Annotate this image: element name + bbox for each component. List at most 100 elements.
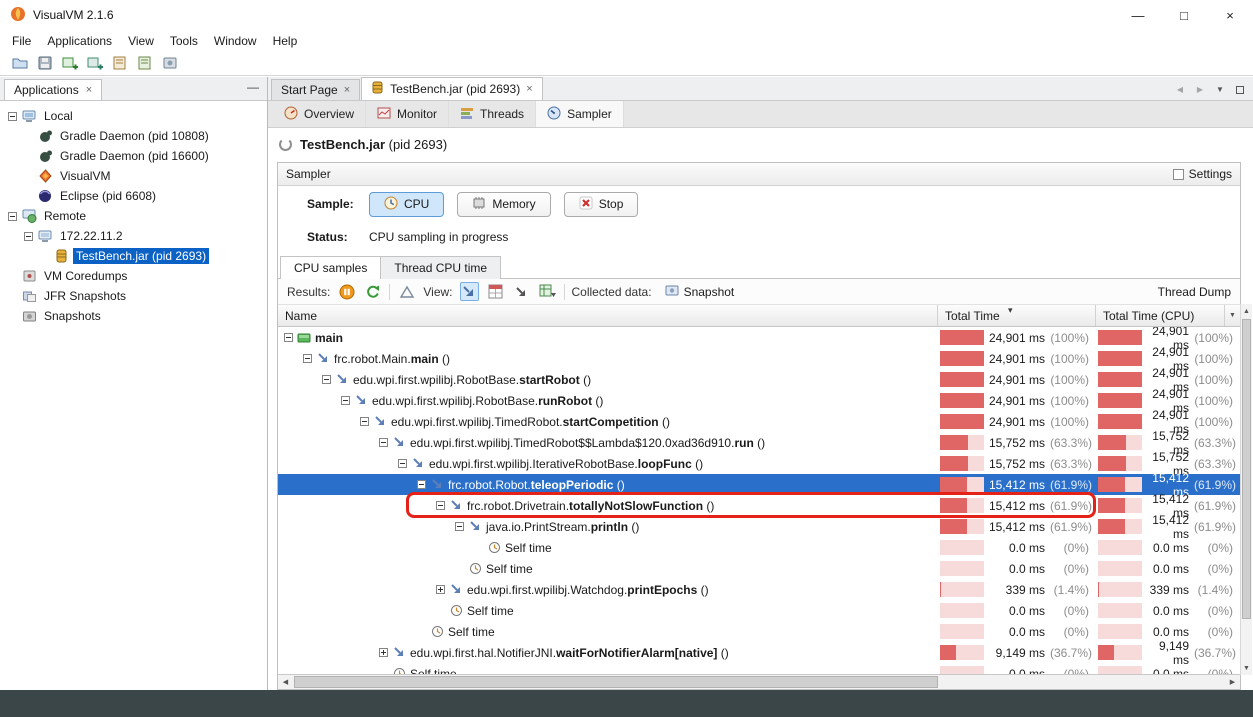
horizontal-scrollbar-thumb[interactable] — [294, 676, 938, 688]
view-forward-calls-icon[interactable] — [460, 282, 479, 301]
sidebar-item[interactable]: Snapshots — [0, 306, 267, 326]
heap-dump-icon[interactable] — [110, 53, 131, 74]
pause-results-icon[interactable] — [337, 282, 356, 301]
sidebar-item[interactable]: JFR Snapshots — [0, 286, 267, 306]
scroll-down-icon[interactable]: ▼ — [1241, 661, 1252, 675]
collapse-icon[interactable] — [284, 333, 293, 342]
refresh-results-icon[interactable] — [363, 282, 382, 301]
view-hot-spots-icon[interactable] — [486, 282, 505, 301]
tab-monitor[interactable]: Monitor — [366, 101, 449, 127]
open-file-icon[interactable] — [10, 53, 31, 74]
tab-cpu-samples[interactable]: CPU samples — [280, 256, 381, 279]
testbench-tab-label: TestBench.jar (pid 2693) — [390, 82, 520, 96]
sidebar-item[interactable]: Local — [0, 106, 267, 126]
stop-button[interactable]: Stop — [564, 192, 639, 217]
menu-window[interactable]: Window — [206, 32, 265, 50]
collapse-icon[interactable] — [455, 522, 464, 531]
table-row[interactable]: edu.wpi.first.wpilibj.Watchdog.printEpoc… — [278, 579, 1240, 600]
sidebar-item[interactable]: Gradle Daemon (pid 10808) — [0, 126, 267, 146]
close-icon[interactable]: × — [344, 84, 350, 96]
snapshot-icon — [665, 284, 679, 300]
scroll-up-icon[interactable]: ▲ — [1241, 304, 1252, 318]
maximize-button[interactable]: □ — [1161, 0, 1207, 30]
vertical-scrollbar-thumb[interactable] — [1242, 319, 1251, 619]
method-icon — [430, 478, 444, 492]
collapse-icon[interactable] — [360, 417, 369, 426]
collapse-icon[interactable] — [398, 459, 407, 468]
vertical-scrollbar[interactable]: ▲ ▼ — [1240, 304, 1252, 675]
thread-dump-icon[interactable] — [135, 53, 156, 74]
cpu-button[interactable]: CPU — [369, 192, 444, 217]
tab-applications[interactable]: Applications × — [4, 79, 102, 100]
tab-threads[interactable]: Threads — [449, 101, 536, 127]
add-jmx-connection-icon[interactable] — [85, 53, 106, 74]
minimize-button[interactable]: — — [1115, 0, 1161, 30]
collapse-panel-button[interactable]: — — [247, 80, 259, 94]
collapse-icon[interactable] — [303, 354, 312, 363]
thread-dump-button[interactable]: Thread Dump — [1158, 285, 1231, 299]
time-percent: (61.9%) — [1194, 520, 1240, 534]
sidebar-item[interactable]: Remote — [0, 206, 267, 226]
menu-tools[interactable]: Tools — [162, 32, 206, 50]
tab-sampler[interactable]: Sampler — [536, 101, 624, 127]
memory-button[interactable]: Memory — [457, 192, 550, 217]
close-icon[interactable]: × — [526, 83, 532, 95]
collapse-icon[interactable] — [379, 438, 388, 447]
settings-checkbox[interactable] — [1173, 169, 1184, 180]
menu-file[interactable]: File — [4, 32, 39, 50]
horizontal-scrollbar[interactable]: ◀ ▶ — [278, 674, 1240, 689]
settings-toggle[interactable]: Settings — [1173, 167, 1232, 181]
scroll-tabs-right-icon[interactable]: ▶ — [1192, 82, 1208, 97]
table-row[interactable]: Self time0.0 ms(0%)0.0 ms(0%) — [278, 537, 1240, 558]
collapse-icon[interactable] — [436, 501, 445, 510]
time-bar — [1098, 456, 1142, 471]
column-chooser-icon[interactable]: ▼ — [1225, 305, 1240, 326]
menu-view[interactable]: View — [120, 32, 162, 50]
time-percent: (63.3%) — [1050, 457, 1096, 471]
column-header-name[interactable]: Name — [278, 305, 938, 326]
maximize-tab-icon[interactable] — [1232, 82, 1248, 97]
sidebar-item[interactable]: VisualVM — [0, 166, 267, 186]
save-all-icon[interactable] — [35, 53, 56, 74]
sidebar-item[interactable]: VM Coredumps — [0, 266, 267, 286]
column-header-total-time-cpu[interactable]: Total Time (CPU) — [1096, 305, 1225, 326]
sidebar-item[interactable]: Eclipse (pid 6608) — [0, 186, 267, 206]
view-combined-icon[interactable] — [512, 282, 531, 301]
add-application-icon[interactable] — [60, 53, 81, 74]
table-row[interactable]: java.io.PrintStream.println ()15,412 ms(… — [278, 516, 1240, 537]
table-row[interactable]: edu.wpi.first.hal.NotifierJNI.waitForNot… — [278, 642, 1240, 663]
application-snapshot-icon[interactable] — [160, 53, 181, 74]
scroll-right-icon[interactable]: ▶ — [1225, 675, 1240, 689]
sidebar-item[interactable]: TestBench.jar (pid 2693) — [0, 246, 267, 266]
tab-testbench-jar[interactable]: TestBench.jar (pid 2693) × — [361, 77, 543, 100]
tab-overview[interactable]: Overview — [273, 101, 366, 127]
menu-help[interactable]: Help — [265, 32, 306, 50]
snapshot-button[interactable]: Snapshot — [659, 282, 741, 302]
sampler-panel: Sampler Settings Sample: CPU Memory — [277, 162, 1241, 690]
collapse-icon[interactable] — [24, 232, 33, 241]
table-row[interactable]: Self time0.0 ms(0%)0.0 ms(0%) — [278, 558, 1240, 579]
table-row[interactable]: Self time0.0 ms(0%)0.0 ms(0%) — [278, 600, 1240, 621]
expand-icon[interactable] — [379, 648, 388, 657]
delta-results-icon[interactable] — [397, 282, 416, 301]
expand-icon[interactable] — [436, 585, 445, 594]
close-button[interactable]: × — [1207, 0, 1253, 30]
column-header-total-time[interactable]: Total Time ▾ — [938, 305, 1096, 326]
collapse-icon[interactable] — [322, 375, 331, 384]
collapse-icon[interactable] — [8, 112, 17, 121]
scroll-tabs-left-icon[interactable]: ◀ — [1172, 82, 1188, 97]
collapse-icon[interactable] — [417, 480, 426, 489]
desktop-background — [0, 690, 1253, 717]
collapse-icon[interactable] — [341, 396, 350, 405]
close-icon[interactable]: × — [86, 84, 92, 96]
tab-list-dropdown-icon[interactable]: ▼ — [1212, 82, 1228, 97]
sidebar-item[interactable]: Gradle Daemon (pid 16600) — [0, 146, 267, 166]
menu-applications[interactable]: Applications — [39, 32, 120, 50]
sidebar-item[interactable]: 172.22.11.2 — [0, 226, 267, 246]
export-results-icon[interactable] — [538, 282, 557, 301]
scroll-left-icon[interactable]: ◀ — [278, 675, 293, 689]
collapse-icon[interactable] — [8, 212, 17, 221]
tab-start-page[interactable]: Start Page × — [271, 79, 360, 100]
time-value: 15,752 ms — [984, 457, 1050, 471]
tab-thread-cpu-time[interactable]: Thread CPU time — [380, 256, 501, 279]
